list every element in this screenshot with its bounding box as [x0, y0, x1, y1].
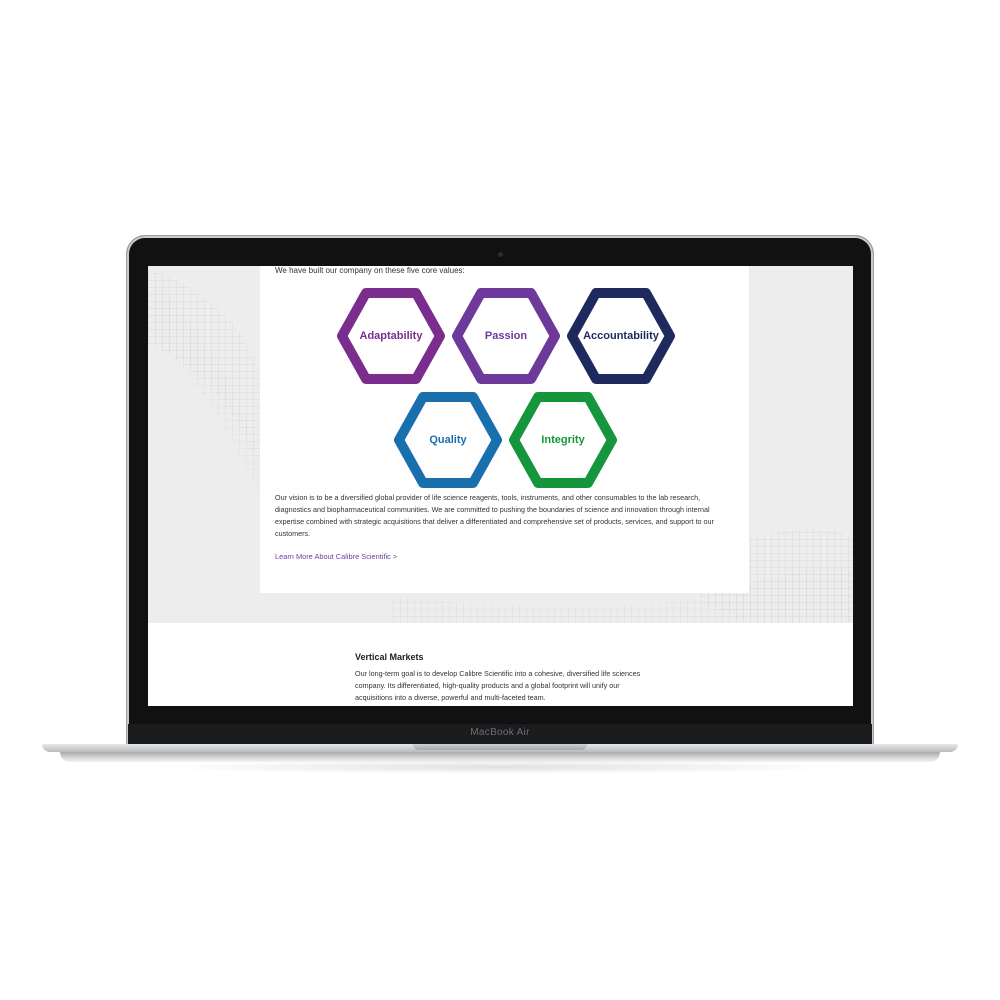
value-label: Accountability [583, 330, 659, 342]
value-hex-quality: Quality [393, 391, 503, 489]
intro-text: We have built our company on these five … [275, 266, 465, 275]
vertical-markets-heading: Vertical Markets [355, 652, 424, 662]
value-hex-accountability: Accountability [566, 287, 676, 385]
vertical-markets-body: Our long-term goal is to develop Calibre… [355, 669, 641, 702]
screen: We have built our company on these five … [148, 266, 853, 706]
core-values-section: We have built our company on these five … [148, 266, 853, 623]
value-label: Quality [429, 434, 467, 446]
model-label: MacBook Air [470, 727, 530, 738]
vision-paragraph: Our vision is to be a diversified global… [275, 493, 714, 538]
value-label: Adaptability [359, 330, 423, 342]
camera-icon [498, 252, 503, 257]
value-hex-adaptability: Adaptability [336, 287, 446, 385]
content-card: We have built our company on these five … [260, 266, 749, 593]
value-label: Passion [484, 330, 528, 342]
learn-more-link[interactable]: Learn More About Calibre Scientific > [275, 552, 397, 561]
value-label: Integrity [541, 434, 585, 446]
value-hex-integrity: Integrity [508, 391, 618, 489]
value-hex-passion: Passion [451, 287, 561, 385]
shadow [150, 760, 850, 774]
base-notch [413, 744, 587, 750]
